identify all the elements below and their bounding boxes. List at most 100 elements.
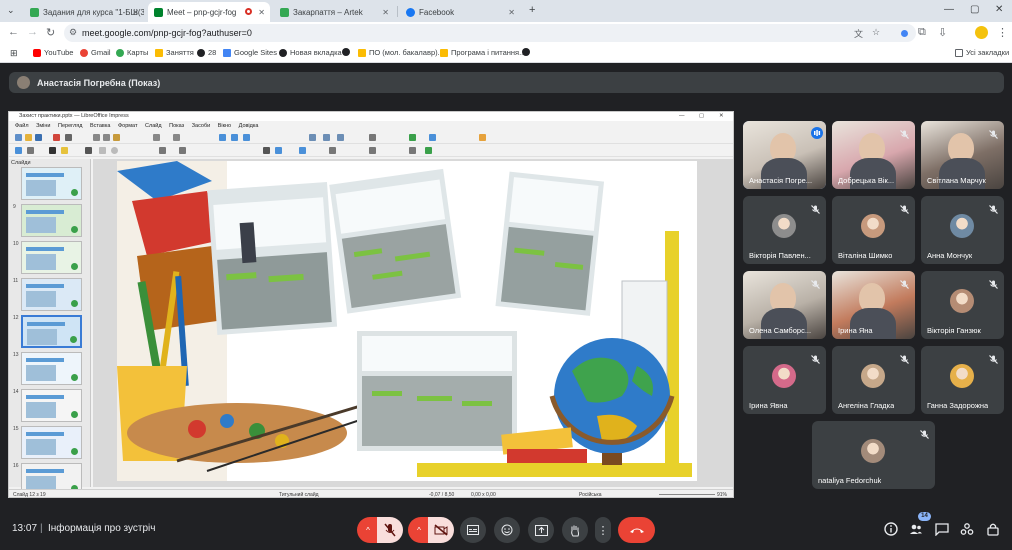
- bookmark-star-icon[interactable]: ☆: [872, 27, 880, 38]
- participant-tile[interactable]: Вікторія Павлен...: [743, 196, 826, 264]
- captions-button[interactable]: [460, 517, 486, 543]
- bookmark-globe[interactable]: [342, 48, 353, 56]
- bookmark-youtube[interactable]: YouTube: [33, 48, 73, 57]
- microphone-toggle-button[interactable]: [377, 517, 403, 543]
- globe-icon: [342, 48, 350, 56]
- slide-thumbnail-number: 15: [13, 426, 19, 432]
- mic-options-button[interactable]: ^: [357, 517, 379, 543]
- bookmarks-bar: ⊞ YouTube Gmail Карты Заняття 28 Google …: [0, 44, 1012, 63]
- host-controls-icon[interactable]: [986, 522, 1000, 536]
- paste-icon: [113, 134, 120, 141]
- url-field[interactable]: ⚙ meet.google.com/pnp-gcjr-fog?authuser=…: [64, 24, 916, 42]
- captions-icon: [467, 525, 479, 535]
- site-info-icon[interactable]: ⚙: [69, 27, 77, 38]
- select-icon: [15, 147, 22, 154]
- all-bookmarks-folder[interactable]: Усі закладки: [955, 48, 1009, 57]
- close-icon[interactable]: ✕: [258, 8, 265, 17]
- bookmark-classes[interactable]: Заняття: [155, 48, 194, 57]
- more-options-button[interactable]: ⋮: [595, 517, 611, 543]
- activities-icon[interactable]: [960, 522, 974, 536]
- ellipse-icon: [111, 147, 118, 154]
- bookmark-program[interactable]: Програма і питання...: [440, 48, 525, 57]
- close-icon[interactable]: ✕: [382, 8, 389, 17]
- tab-title: Facebook: [419, 7, 455, 17]
- url-text: meet.google.com/pnp-gcjr-fog?authuser=0: [82, 28, 252, 38]
- slide-thumbnail-image: [21, 278, 82, 311]
- classroom-icon: [155, 48, 163, 57]
- meet-control-bar: 13:07 | Інформація про зустріч ^ ^ ⋮: [0, 510, 1012, 550]
- participant-avatar: [861, 214, 885, 238]
- participant-name: Віталіна Шимко: [838, 251, 893, 260]
- reload-icon[interactable]: ↻: [46, 26, 55, 39]
- apps-grid-icon[interactable]: ⊞: [10, 48, 18, 59]
- people-icon[interactable]: [909, 522, 923, 536]
- meeting-info-link[interactable]: Інформація про зустріч: [48, 523, 155, 534]
- back-icon[interactable]: ←: [8, 26, 19, 38]
- profile-avatar[interactable]: [975, 26, 988, 39]
- camera-toggle-button[interactable]: [428, 517, 454, 543]
- bookmark-new-tab[interactable]: Новая вкладка: [279, 48, 342, 57]
- translate-icon[interactable]: 文: [854, 27, 863, 40]
- participant-tile[interactable]: Віталіна Шимко: [832, 196, 915, 264]
- participant-tile[interactable]: Добрецька Вік...: [832, 121, 915, 189]
- mic-off-icon: [900, 126, 909, 139]
- bookmark-gmail[interactable]: Gmail: [80, 48, 111, 57]
- rotate-icon: [299, 147, 306, 154]
- leave-call-button[interactable]: [618, 517, 655, 543]
- textbox-icon: [369, 134, 376, 141]
- folder-icon: [955, 48, 963, 57]
- participant-tile[interactable]: Світлана Марчук: [921, 121, 1004, 189]
- bookmark-po[interactable]: ПО (мол. бакалавр)...: [358, 48, 444, 57]
- menu-window: Вікно: [217, 123, 232, 129]
- minimize-icon[interactable]: —: [944, 4, 954, 15]
- image-icon: [323, 134, 330, 141]
- participant-tile[interactable]: Ірина Явна: [743, 346, 826, 414]
- status-zoom: 91%: [717, 492, 728, 498]
- window-close-icon[interactable]: ✕: [995, 4, 1003, 15]
- participant-name: nataliya Fedorchuk: [818, 476, 882, 485]
- slide-thumbnail: 13: [13, 352, 87, 388]
- tab-courses[interactable]: Задания для курса "1-БШ(3), " ✕: [24, 2, 144, 22]
- close-icon[interactable]: ✕: [508, 8, 515, 17]
- participant-tile[interactable]: Ангеліна Гладка: [832, 346, 915, 414]
- extension-dot-icon[interactable]: [901, 30, 908, 37]
- zoom-icon: [27, 147, 34, 154]
- hand-icon: [571, 525, 579, 536]
- chrome-menu-icon[interactable]: ⋮: [997, 26, 1008, 39]
- new-tab-button[interactable]: +: [529, 4, 535, 16]
- meeting-clock: 13:07: [12, 523, 38, 534]
- downloads-icon[interactable]: ⇩: [938, 26, 947, 39]
- fontwork-icon: [409, 134, 416, 141]
- participant-tile[interactable]: Олена Самборс...: [743, 271, 826, 339]
- tab-search-icon[interactable]: ⌄: [7, 5, 15, 16]
- slide-thumbnail-image: [21, 389, 82, 422]
- slide-thumbnail-image: [21, 204, 82, 237]
- participant-tile[interactable]: Анна Мончук: [921, 196, 1004, 264]
- close-icon[interactable]: ✕: [132, 8, 139, 17]
- participant-tile[interactable]: Ганна Задорожна: [921, 346, 1004, 414]
- present-screen-button[interactable]: [528, 517, 554, 543]
- participant-tile[interactable]: nataliya Fedorchuk: [812, 421, 935, 489]
- raise-hand-button[interactable]: [562, 517, 588, 543]
- tab-facebook[interactable]: Facebook ✕: [400, 2, 520, 22]
- camera-options-button[interactable]: ^: [408, 517, 430, 543]
- participant-tile[interactable]: Анастасія Погре...: [743, 121, 826, 189]
- bookmark-28[interactable]: 28: [197, 48, 216, 57]
- participant-tile[interactable]: Ірина Яна: [832, 271, 915, 339]
- tab-meet[interactable]: Meet – pnp-gcjr-fog ✕: [148, 2, 270, 22]
- chevron-up-icon: ^: [366, 525, 370, 535]
- tab-artek[interactable]: Закарпаття – Artek ✕: [274, 2, 394, 22]
- reactions-button[interactable]: [494, 517, 520, 543]
- info-icon[interactable]: [884, 522, 898, 536]
- extensions-icon[interactable]: ⧉: [918, 26, 926, 39]
- new-icon: [15, 134, 22, 141]
- menu-show: Показ: [169, 123, 185, 129]
- chat-icon[interactable]: [935, 522, 949, 536]
- forward-icon[interactable]: →: [27, 26, 38, 38]
- participant-tile[interactable]: Вікторія Ганзюк: [921, 271, 1004, 339]
- maximize-icon[interactable]: ▢: [970, 4, 979, 15]
- bookmark-maps[interactable]: Карты: [116, 48, 148, 57]
- impress-title: Захист практики.pptx — LibreOffice Impre…: [19, 113, 129, 119]
- bookmark-google-sites[interactable]: Google Sites: [223, 48, 277, 57]
- bookmark-globe-2[interactable]: [522, 48, 533, 56]
